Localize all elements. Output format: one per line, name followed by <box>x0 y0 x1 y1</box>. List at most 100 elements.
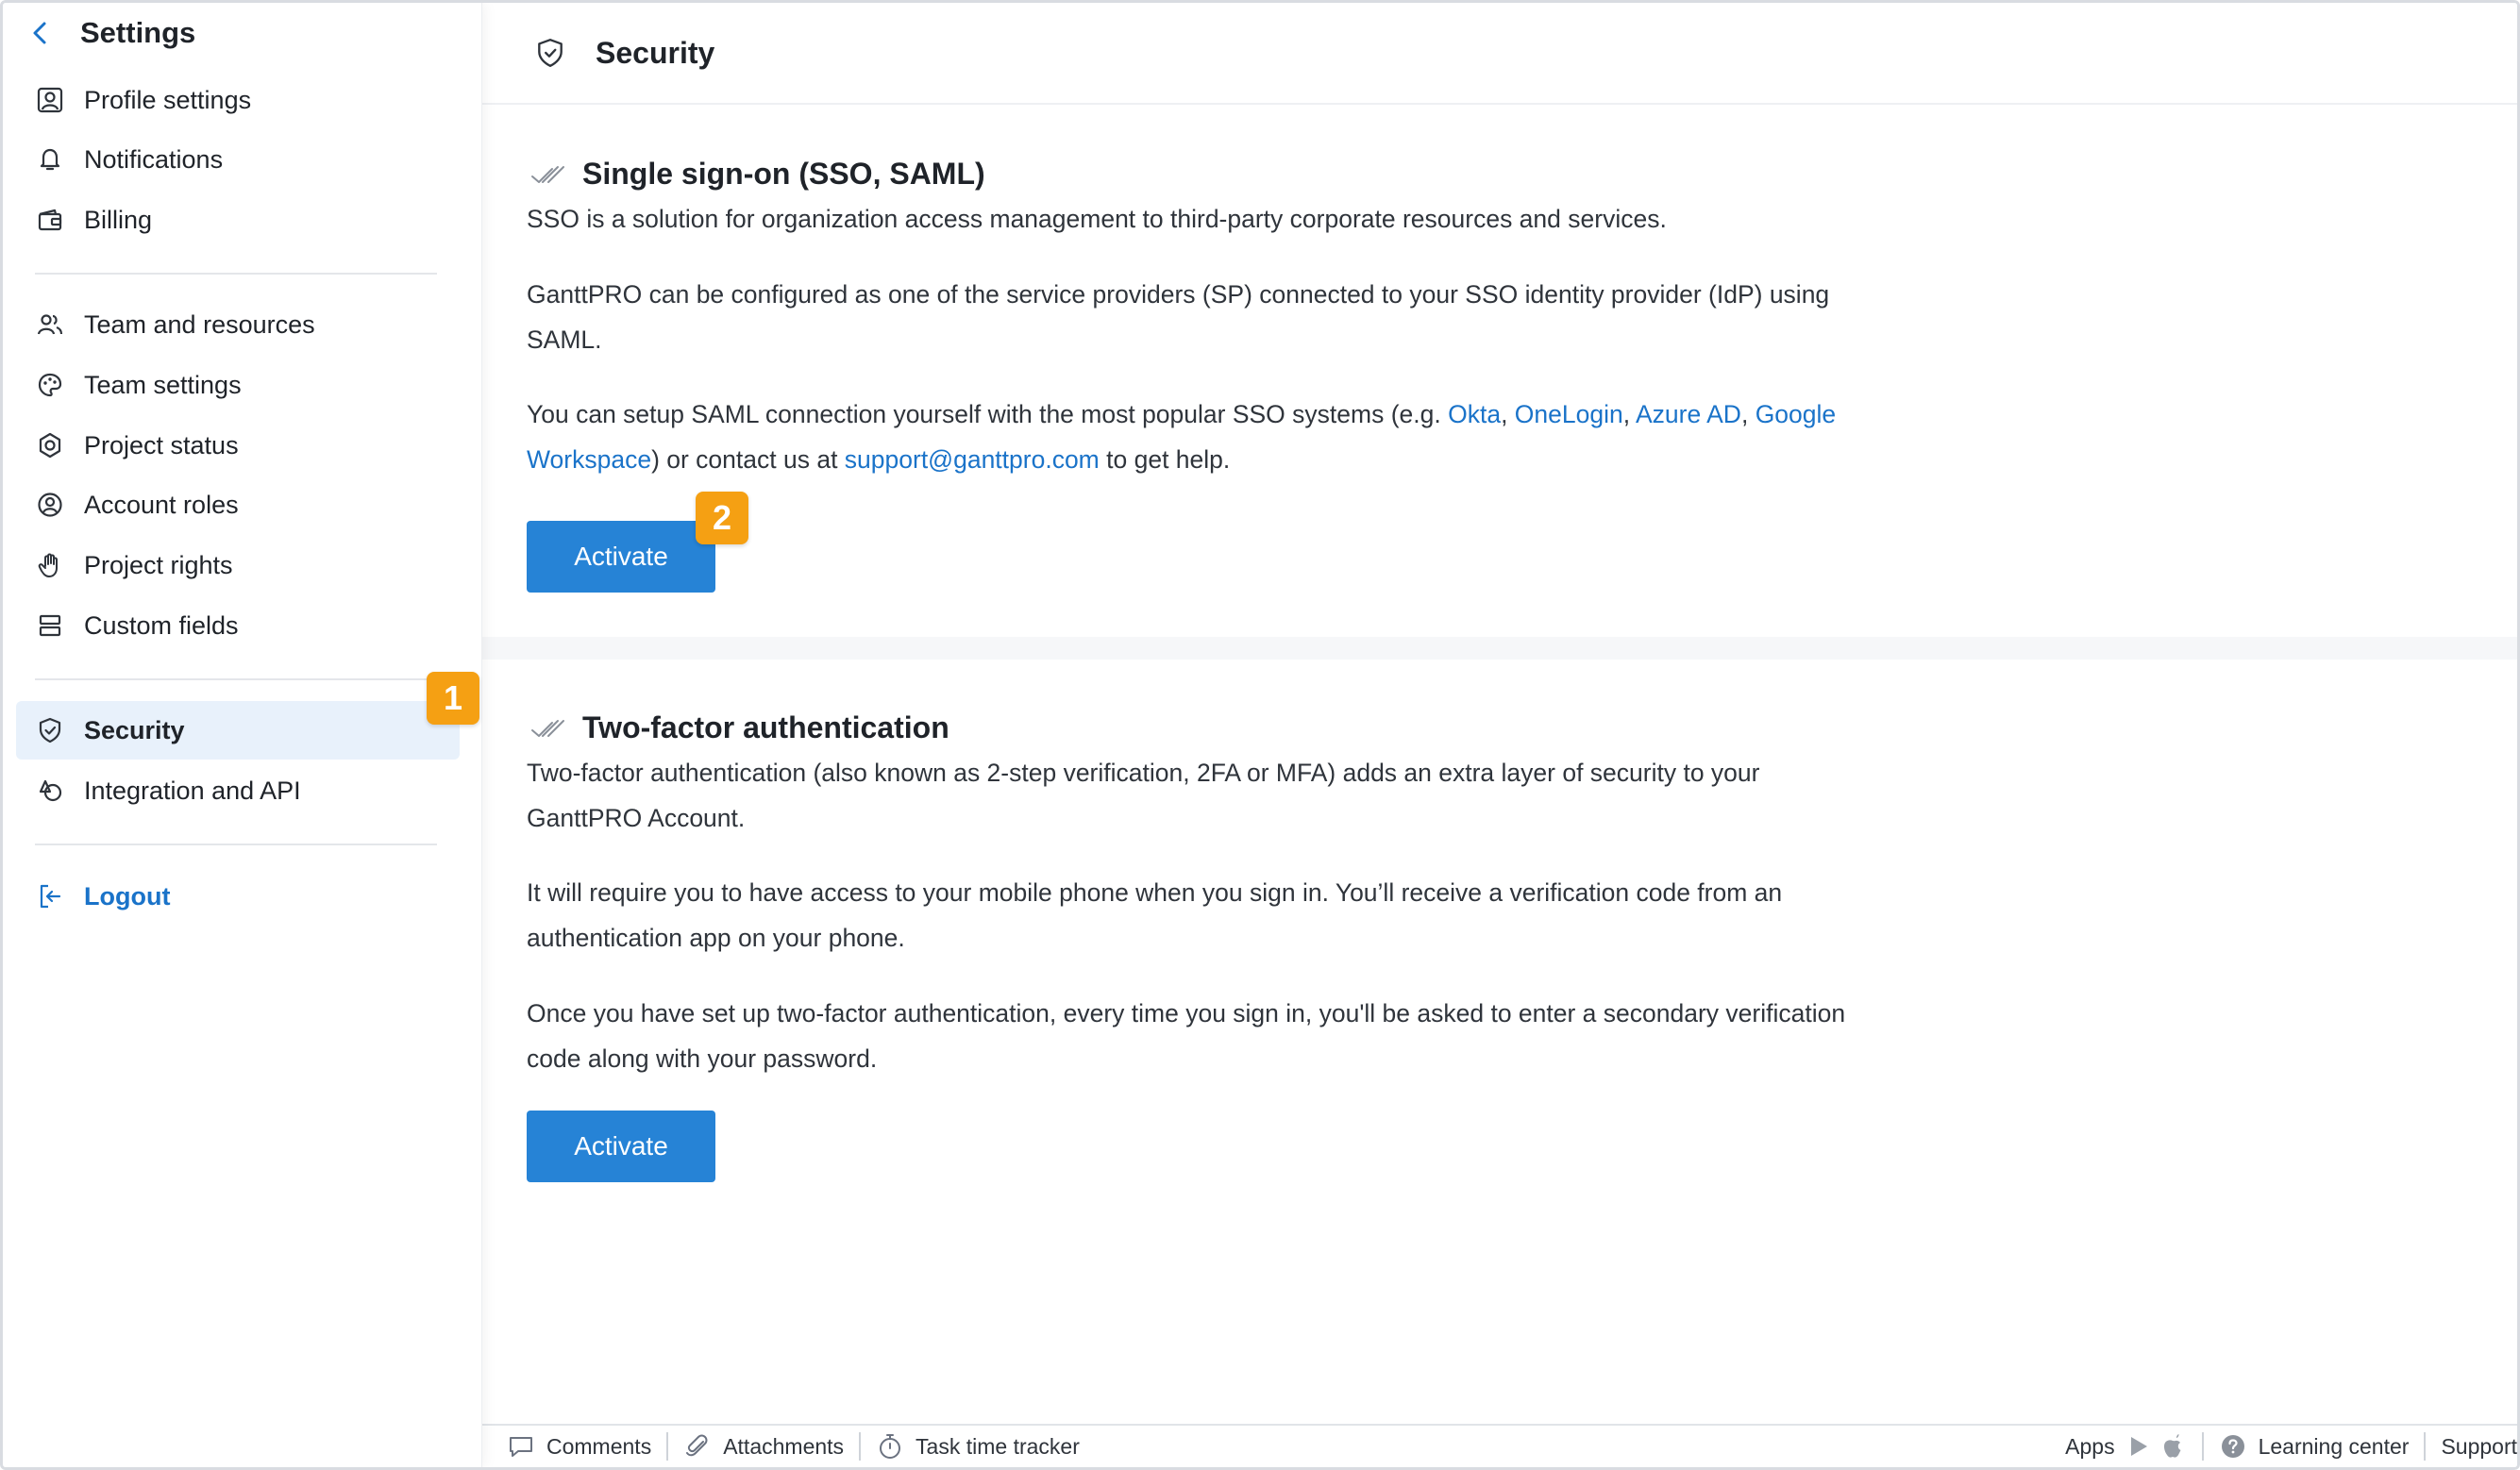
integration-icon <box>33 774 67 808</box>
target-icon <box>33 428 67 462</box>
sidebar-item-label: Notifications <box>84 144 224 174</box>
two-factor-paragraph-1: Two-factor authentication (also known as… <box>527 750 1942 841</box>
sidebar-item-team-and-resources[interactable]: Team and resources <box>16 295 460 354</box>
help-circle-icon <box>2219 1432 2247 1461</box>
learning-center-label: Learning center <box>2258 1433 2410 1459</box>
task-time-tracker-button[interactable]: Task time tracker <box>876 1426 1080 1467</box>
double-check-icon <box>529 159 567 191</box>
user-circle-icon <box>33 488 67 522</box>
shield-icon <box>33 713 67 747</box>
footer-divider <box>666 1432 669 1461</box>
sidebar-divider <box>35 678 437 680</box>
sso-p3-prefix: You can setup SAML connection yourself w… <box>527 400 1449 428</box>
two-factor-title: Two-factor authentication <box>529 710 949 745</box>
hand-icon <box>33 548 67 582</box>
two-factor-paragraph-2: It will require you to have access to yo… <box>527 870 1942 961</box>
task-time-tracker-label: Task time tracker <box>916 1433 1080 1459</box>
google-play-icon[interactable] <box>2125 1432 2153 1461</box>
users-icon <box>33 308 67 342</box>
sso-p3-mid: ) or contact us at <box>651 445 845 474</box>
sso-title-text: Single sign-on (SSO, SAML) <box>582 157 985 191</box>
palette-icon <box>33 368 67 402</box>
two-factor-activate-button[interactable]: Activate <box>527 1111 715 1182</box>
two-factor-title-text: Two-factor authentication <box>582 710 949 744</box>
tfa-p1-line-2: GanttPRO Account. <box>527 804 746 832</box>
double-check-icon <box>529 712 567 744</box>
step-badge-1: 1 <box>427 672 479 725</box>
apps-label: Apps <box>2065 1433 2115 1459</box>
sso-title: Single sign-on (SSO, SAML) <box>529 157 985 192</box>
footer-divider <box>2201 1432 2204 1461</box>
sso-paragraph-3: You can setup SAML connection yourself w… <box>527 400 1837 474</box>
footer-bar: Comments Attachments Task time tracker A… <box>482 1424 2517 1467</box>
support-label: Support <box>2441 1433 2517 1459</box>
sidebar-item-integration-and-api[interactable]: Integration and API <box>16 761 460 820</box>
google-workspace-link-part-2: Workspace <box>527 445 652 474</box>
support-button[interactable]: Support <box>2441 1426 2517 1467</box>
apps-button[interactable]: Apps <box>2065 1426 2186 1467</box>
sso-paragraph-2-line-1: GanttPRO can be configured as one of the… <box>527 280 1830 309</box>
sidebar-item-profile-settings[interactable]: Profile settings <box>16 71 460 129</box>
footer-divider <box>859 1432 862 1461</box>
sidebar-item-label: Billing <box>84 205 153 234</box>
list-fields-icon <box>33 609 67 643</box>
sidebar-item-label: Security <box>84 715 185 744</box>
learning-center-button[interactable]: Learning center <box>2219 1426 2410 1467</box>
tfa-p2-line-2: authentication app on your phone. <box>527 924 905 952</box>
step-badge-2: 2 <box>696 492 748 544</box>
sso-paragraph-2: GanttPRO can be configured as one of the… <box>527 272 1942 362</box>
support-email-link[interactable]: support@ganttpro.com <box>845 445 1100 474</box>
google-workspace-link-part-1: Google <box>1755 400 1837 428</box>
page-title: Security <box>596 35 715 70</box>
sidebar-item-billing[interactable]: Billing <box>16 191 460 249</box>
sidebar-item-label: Project status <box>84 430 239 459</box>
shield-icon <box>533 36 567 70</box>
sidebar-item-label: Team and resources <box>84 309 315 339</box>
attachments-button[interactable]: Attachments <box>683 1426 844 1467</box>
logout-button[interactable]: Logout <box>16 867 460 926</box>
sidebar-item-team-settings[interactable]: Team settings <box>16 356 460 414</box>
sidebar-item-label: Team settings <box>84 370 242 399</box>
comments-button[interactable]: Comments <box>507 1426 651 1467</box>
sso-p3-suffix: to get help. <box>1099 445 1231 474</box>
sidebar-item-project-status[interactable]: Project status <box>16 416 460 475</box>
apple-icon[interactable] <box>2159 1432 2187 1461</box>
sidebar-item-notifications[interactable]: Notifications <box>16 130 460 189</box>
comments-label: Comments <box>546 1433 652 1459</box>
comment-icon <box>507 1432 535 1461</box>
sidebar-item-custom-fields[interactable]: Custom fields <box>16 596 460 655</box>
sidebar-item-label: Custom fields <box>84 610 239 640</box>
sso-activate-button[interactable]: Activate <box>527 521 715 593</box>
tfa-p1-line-1: Two-factor authentication (also known as… <box>527 759 1760 787</box>
logout-label: Logout <box>84 881 171 910</box>
logout-icon <box>33 879 67 913</box>
sidebar-item-project-rights[interactable]: Project rights <box>16 536 460 594</box>
sidebar-title: Settings <box>80 16 196 49</box>
onelogin-link[interactable]: OneLogin <box>1515 400 1623 428</box>
back-button[interactable] <box>24 12 56 54</box>
sidebar-item-security[interactable]: Security <box>16 701 460 760</box>
sidebar-item-label: Project rights <box>84 550 233 579</box>
sidebar-item-account-roles[interactable]: Account roles <box>16 476 460 534</box>
okta-link[interactable]: Okta <box>1448 400 1501 428</box>
sso-paragraph-2-line-2: SAML. <box>527 326 602 354</box>
tfa-p2-line-1: It will require you to have access to yo… <box>527 878 1783 907</box>
paperclip-icon <box>683 1432 712 1461</box>
app-window: Settings Profile settings Notifications … <box>0 0 2520 1470</box>
settings-sidebar: Settings Profile settings Notifications … <box>3 3 482 1467</box>
sidebar-divider <box>35 273 437 275</box>
attachments-label: Attachments <box>723 1433 845 1459</box>
sidebar-divider <box>35 844 437 845</box>
sidebar-item-label: Account roles <box>84 490 239 519</box>
chevron-left-icon <box>33 22 46 44</box>
sidebar-header: Settings <box>24 12 195 54</box>
stopwatch-icon <box>876 1432 904 1461</box>
tfa-p3-line-2: code along with your password. <box>527 1044 878 1073</box>
page-header: Security <box>482 3 2517 105</box>
footer-divider <box>2424 1432 2427 1461</box>
tfa-p3-line-1: Once you have set up two-factor authenti… <box>527 999 1846 1027</box>
main-content: Security Single sign-on (SSO, SAML) SSO … <box>482 3 2517 1467</box>
azure-ad-link[interactable]: Azure AD <box>1636 400 1741 428</box>
section-divider <box>482 637 2517 660</box>
sidebar-item-label: Integration and API <box>84 776 301 805</box>
